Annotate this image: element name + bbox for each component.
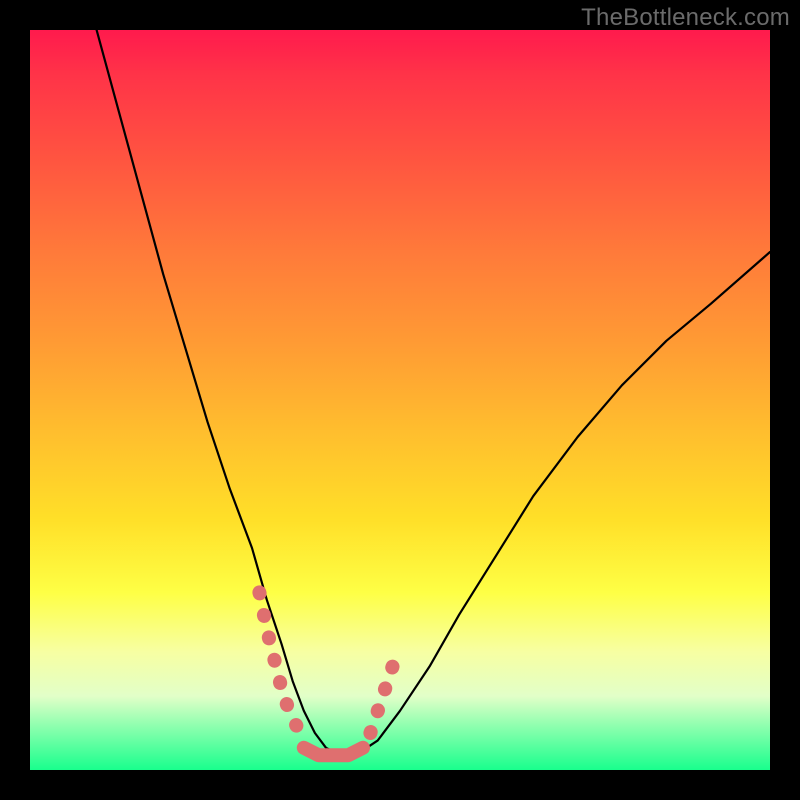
plot-area [30,30,770,770]
highlight-valley-floor [304,748,363,755]
curve-svg [30,30,770,770]
watermark-text: TheBottleneck.com [581,4,790,32]
highlight-left-slope [259,592,296,725]
bottleneck-curve [97,30,770,755]
highlight-right-slope [370,666,392,733]
chart-frame: TheBottleneck.com [0,0,800,800]
